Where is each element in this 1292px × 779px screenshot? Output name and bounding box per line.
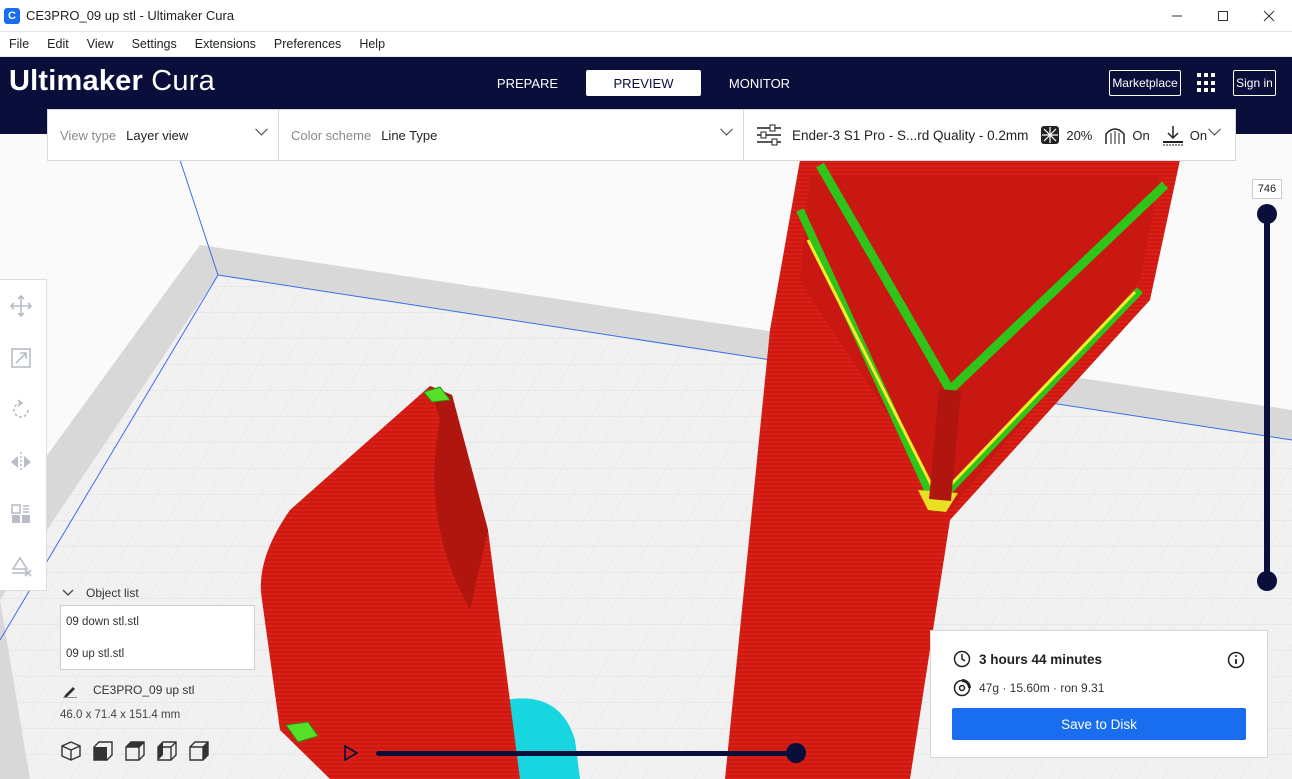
- adhesion-icon: [1162, 124, 1184, 146]
- logo-light-text: Cura: [142, 65, 215, 97]
- menu-help[interactable]: Help: [350, 37, 394, 51]
- tool-panel: [0, 279, 47, 591]
- object-list-header: Object list: [86, 586, 139, 600]
- path-slider-handle[interactable]: [786, 743, 806, 763]
- path-slider-track[interactable]: [376, 751, 796, 756]
- maximize-icon: [1218, 11, 1228, 21]
- mirror-tool-icon: [11, 452, 31, 472]
- menu-preferences[interactable]: Preferences: [265, 37, 350, 51]
- chevron-down-icon: [1208, 122, 1221, 136]
- color-scheme-label: Color scheme: [291, 127, 372, 143]
- support-blocker-icon: [11, 556, 32, 577]
- print-output-panel: 3 hours 44 minutes 47g · 15.60m · ron 9.…: [930, 630, 1268, 758]
- filament-spool-icon: [953, 679, 971, 697]
- window-title: CE3PRO_09 up stl - Ultimaker Cura: [26, 8, 235, 23]
- settings-bar: View type Layer view Color scheme Line T…: [47, 109, 1236, 161]
- infill-value: 20%: [1066, 127, 1093, 143]
- rotate-tool-icon: [13, 399, 29, 418]
- menu-edit[interactable]: Edit: [38, 37, 78, 51]
- support-icon: [1104, 124, 1126, 146]
- close-icon: [1263, 10, 1275, 22]
- logo-bold-text: Ultimaker: [9, 65, 143, 97]
- cura-app-icon: C: [4, 7, 20, 24]
- object-list-toggle[interactable]: Object list: [62, 586, 139, 600]
- minimize-button[interactable]: [1154, 0, 1200, 32]
- menu-settings[interactable]: Settings: [123, 37, 186, 51]
- object-name-text: CE3PRO_09 up stl: [93, 683, 195, 697]
- marketplace-button[interactable]: Marketplace: [1109, 70, 1181, 96]
- apps-grid-icon[interactable]: [1197, 73, 1217, 93]
- layer-slider-top-handle[interactable]: [1257, 204, 1277, 224]
- pencil-icon: [63, 687, 77, 698]
- scale-tool-button[interactable]: [10, 347, 32, 369]
- per-model-settings-icon: [11, 504, 30, 523]
- current-object-name[interactable]: CE3PRO_09 up stl: [62, 682, 194, 698]
- clock-icon: [953, 650, 971, 668]
- list-item[interactable]: 09 down stl.stl: [61, 606, 254, 638]
- list-item[interactable]: 09 up stl.stl: [61, 638, 254, 670]
- rotate-tool-button[interactable]: [10, 399, 32, 421]
- move-tool-button[interactable]: [10, 295, 32, 317]
- menu-file[interactable]: File: [0, 37, 38, 51]
- sign-in-button[interactable]: Sign in: [1233, 70, 1276, 96]
- minimize-icon: [1172, 15, 1182, 17]
- info-icon[interactable]: [1227, 651, 1245, 669]
- print-settings-dropdown[interactable]: Ender-3 S1 Pro - S...rd Quality - 0.2mm …: [744, 110, 1235, 160]
- maximize-button[interactable]: [1200, 0, 1246, 32]
- menu-extensions[interactable]: Extensions: [186, 37, 265, 51]
- right-view-icon[interactable]: [188, 740, 210, 762]
- color-scheme-value: Line Type: [381, 127, 438, 143]
- infill-icon: [1040, 125, 1060, 145]
- stage-tabs: PREPARE PREVIEW MONITOR: [470, 70, 818, 96]
- chevron-down-icon: [720, 122, 733, 136]
- view-type-value: Layer view: [126, 127, 189, 143]
- menu-view[interactable]: View: [78, 37, 123, 51]
- printer-profile: Ender-3 S1 Pro - S...rd Quality - 0.2mm: [792, 127, 1029, 143]
- support-value: On: [1132, 127, 1150, 143]
- view-orientation-buttons: [60, 740, 220, 762]
- view-type-label: View type: [60, 127, 117, 143]
- view-type-dropdown[interactable]: View type Layer view: [48, 110, 279, 160]
- object-dimensions: 46.0 x 71.4 x 151.4 mm: [60, 709, 181, 721]
- mirror-tool-button[interactable]: [10, 451, 32, 473]
- layer-slider-track[interactable]: [1264, 210, 1270, 582]
- scale-tool-icon: [11, 348, 31, 368]
- chevron-down-icon: [62, 589, 74, 596]
- per-model-settings-button[interactable]: [10, 503, 32, 525]
- sliders-icon: [756, 124, 782, 146]
- title-bar: C CE3PRO_09 up stl - Ultimaker Cura: [0, 0, 1292, 32]
- menu-bar: File Edit View Settings Extensions Prefe…: [0, 32, 1292, 57]
- print-time: 3 hours 44 minutes: [979, 651, 1103, 667]
- tab-prepare[interactable]: PREPARE: [470, 70, 585, 96]
- adhesion-value: On: [1189, 127, 1208, 143]
- play-icon[interactable]: [343, 744, 359, 762]
- support-blocker-button[interactable]: [10, 555, 32, 577]
- chevron-down-icon: [255, 122, 268, 136]
- color-scheme-dropdown[interactable]: Color scheme Line Type: [279, 110, 744, 160]
- layer-slider-bottom-handle[interactable]: [1257, 571, 1277, 591]
- current-layer-number[interactable]: 746: [1252, 179, 1282, 199]
- front-view-icon[interactable]: [92, 740, 114, 762]
- object-list: 09 down stl.stl 09 up stl.stl: [60, 605, 255, 670]
- tab-monitor[interactable]: MONITOR: [702, 70, 817, 96]
- left-view-icon[interactable]: [156, 740, 178, 762]
- top-view-icon[interactable]: [124, 740, 146, 762]
- 3d-view-icon[interactable]: [60, 740, 82, 762]
- ultimaker-cura-logo: Ultimaker Cura: [9, 65, 215, 98]
- save-to-disk-button[interactable]: Save to Disk: [952, 708, 1246, 740]
- close-button[interactable]: [1246, 0, 1292, 32]
- move-tool-icon: [10, 295, 32, 317]
- tab-preview[interactable]: PREVIEW: [586, 70, 701, 96]
- material-usage: 47g · 15.60m · ron 9.31: [979, 681, 1105, 695]
